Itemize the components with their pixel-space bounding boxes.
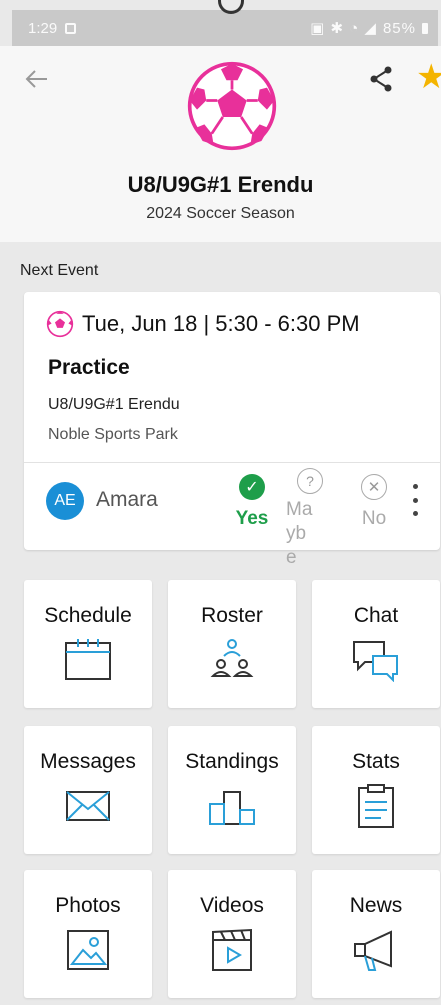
- season-name: 2024 Soccer Season: [146, 205, 295, 222]
- tile-schedule[interactable]: Schedule: [24, 580, 152, 708]
- status-bar: 1:29 ▣ ✱ ◔ ◢ 85%: [12, 10, 438, 46]
- tile-videos[interactable]: Videos: [168, 870, 296, 998]
- next-event-card[interactable]: Tue, Jun 18 | 5:30 - 6:30 PM Practice U8…: [24, 292, 440, 568]
- event-location: Noble Sports Park: [48, 426, 178, 443]
- rsvp-maybe-button[interactable]: ? Maybe: [280, 468, 340, 570]
- tile-label: News: [349, 894, 403, 917]
- tile-roster[interactable]: Roster: [168, 580, 296, 708]
- attendee-name: Amara: [96, 488, 158, 511]
- tile-standings[interactable]: Standings: [168, 726, 296, 854]
- tile-label: Roster: [201, 604, 263, 627]
- tile-label: Messages: [40, 750, 136, 773]
- rsvp-yes-label: Yes: [235, 508, 269, 529]
- chat-bubbles-icon: [353, 641, 398, 682]
- share-button[interactable]: [366, 64, 396, 94]
- tile-news[interactable]: News: [312, 870, 440, 998]
- card-divider: [24, 462, 440, 463]
- team-name: U8/U9G#1 Erendu: [127, 172, 314, 197]
- tile-stats[interactable]: Stats: [312, 726, 440, 854]
- podium-icon: [209, 791, 255, 825]
- event-type: Practice: [48, 356, 130, 379]
- tile-label: Photos: [55, 894, 121, 917]
- gallery-notification-icon: [65, 22, 77, 34]
- status-time: 1:29: [28, 19, 58, 37]
- back-button[interactable]: [22, 64, 52, 94]
- x-circle-icon: ✕: [361, 474, 387, 500]
- video-clapper-icon: [212, 928, 252, 971]
- tile-label: Stats: [352, 750, 400, 773]
- team-icon: [210, 639, 254, 677]
- clipboard-icon: [358, 784, 394, 828]
- status-icons: ▣ ✱ ◔ ◢: [310, 20, 377, 37]
- check-circle-icon: ✓: [239, 474, 265, 500]
- next-event-heading: Next Event: [20, 262, 99, 279]
- rsvp-no-button[interactable]: ✕ No: [344, 468, 404, 530]
- battery-icon: [422, 22, 428, 34]
- rsvp-yes-button[interactable]: ✓ Yes: [222, 468, 282, 530]
- event-date-time: Tue, Jun 18 | 5:30 - 6:30 PM: [82, 311, 360, 336]
- soccer-ball-icon: [46, 310, 74, 338]
- avatar: AE: [46, 482, 84, 520]
- kebab-dot-icon: [412, 484, 418, 489]
- event-team: U8/U9G#1 Erendu: [48, 396, 180, 413]
- photo-icon: [67, 930, 109, 970]
- tile-photos[interactable]: Photos: [24, 870, 152, 998]
- soccer-ball-logo: [187, 61, 277, 151]
- tile-messages[interactable]: Messages: [24, 726, 152, 854]
- megaphone-icon: [354, 930, 392, 971]
- rsvp-no-label: No: [361, 508, 387, 529]
- battery-percent: 85%: [382, 19, 416, 37]
- tile-label: Standings: [185, 750, 279, 773]
- rsvp-maybe-label: Maybe: [286, 499, 313, 568]
- kebab-dot-icon: [412, 511, 418, 516]
- tile-label: Chat: [353, 604, 399, 627]
- team-header: ★ U8/U9G#1 Erendu 2024 Soccer Season: [0, 46, 441, 242]
- share-icon: [370, 66, 392, 92]
- question-circle-icon: ?: [297, 468, 323, 494]
- tile-chat[interactable]: Chat: [312, 580, 440, 708]
- tile-label: Schedule: [44, 604, 132, 627]
- more-options-button[interactable]: [408, 484, 422, 516]
- arrow-left-icon: [25, 70, 47, 88]
- favorite-star-icon[interactable]: ★: [416, 60, 441, 96]
- kebab-dot-icon: [412, 497, 418, 503]
- calendar-icon: [65, 639, 111, 680]
- tile-label: Videos: [200, 894, 264, 917]
- envelope-icon: [66, 791, 110, 821]
